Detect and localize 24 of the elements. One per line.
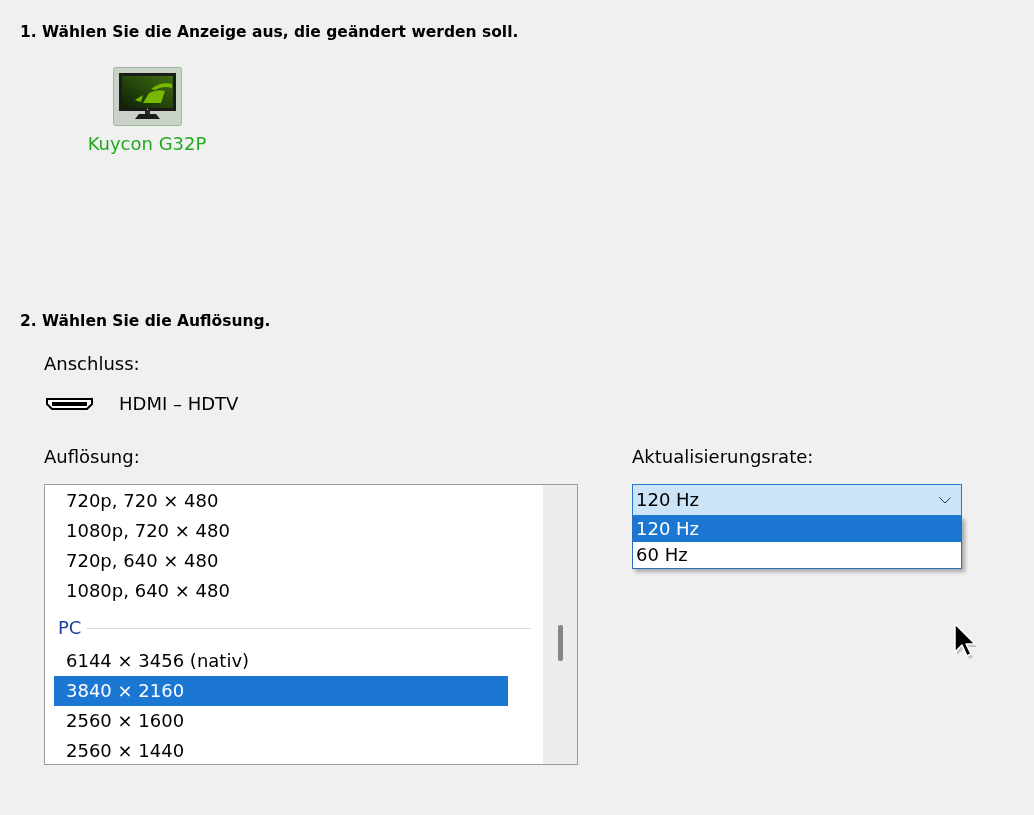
list-item[interactable]: 720p, 720 × 480 — [54, 486, 508, 516]
list-item[interactable]: 3840 × 2160 — [54, 676, 508, 706]
mouse-pointer-icon — [953, 623, 979, 661]
resolution-listbox[interactable]: 720p, 720 × 480 1080p, 720 × 480 720p, 640 × 480 1080p, 640 × 480 PC 6144 × 3456 (nativ) 3840 × 2160 2560 × 1600 2560 × 1440 — [44, 484, 578, 765]
section-heading: 2. Wählen Sie die Auflösung. — [20, 311, 271, 331]
chevron-down-icon — [939, 496, 951, 504]
scrollbar-thumb[interactable] — [557, 625, 563, 661]
resolution-label: Auflösung: — [44, 446, 140, 468]
list-item[interactable]: 1080p, 640 × 480 — [54, 576, 508, 606]
list-item[interactable]: 6144 × 3456 (nativ) — [54, 646, 508, 676]
hdmi-port-icon — [46, 398, 93, 410]
refresh-rate-dropdown[interactable]: 120 Hz — [632, 484, 962, 516]
list-item[interactable]: 720p, 640 × 480 — [54, 546, 508, 576]
group-header: PC — [58, 617, 82, 639]
monitor-icon — [112, 67, 182, 126]
section-heading: 1. Wählen Sie die Anzeige aus, die geändert werden soll. — [20, 22, 519, 42]
list-item[interactable]: 1080p, 720 × 480 — [54, 516, 508, 546]
dropdown-option[interactable]: 60 Hz — [633, 542, 961, 568]
connection-label: Anschluss: — [44, 353, 140, 375]
list-item[interactable]: 2560 × 1440 — [54, 736, 508, 764]
connection-value: HDMI – HDTV — [119, 393, 239, 415]
list-item[interactable]: 2560 × 1600 — [54, 706, 508, 736]
refresh-rate-label: Aktualisierungsrate: — [632, 446, 814, 468]
dropdown-option[interactable]: 120 Hz — [633, 516, 961, 542]
